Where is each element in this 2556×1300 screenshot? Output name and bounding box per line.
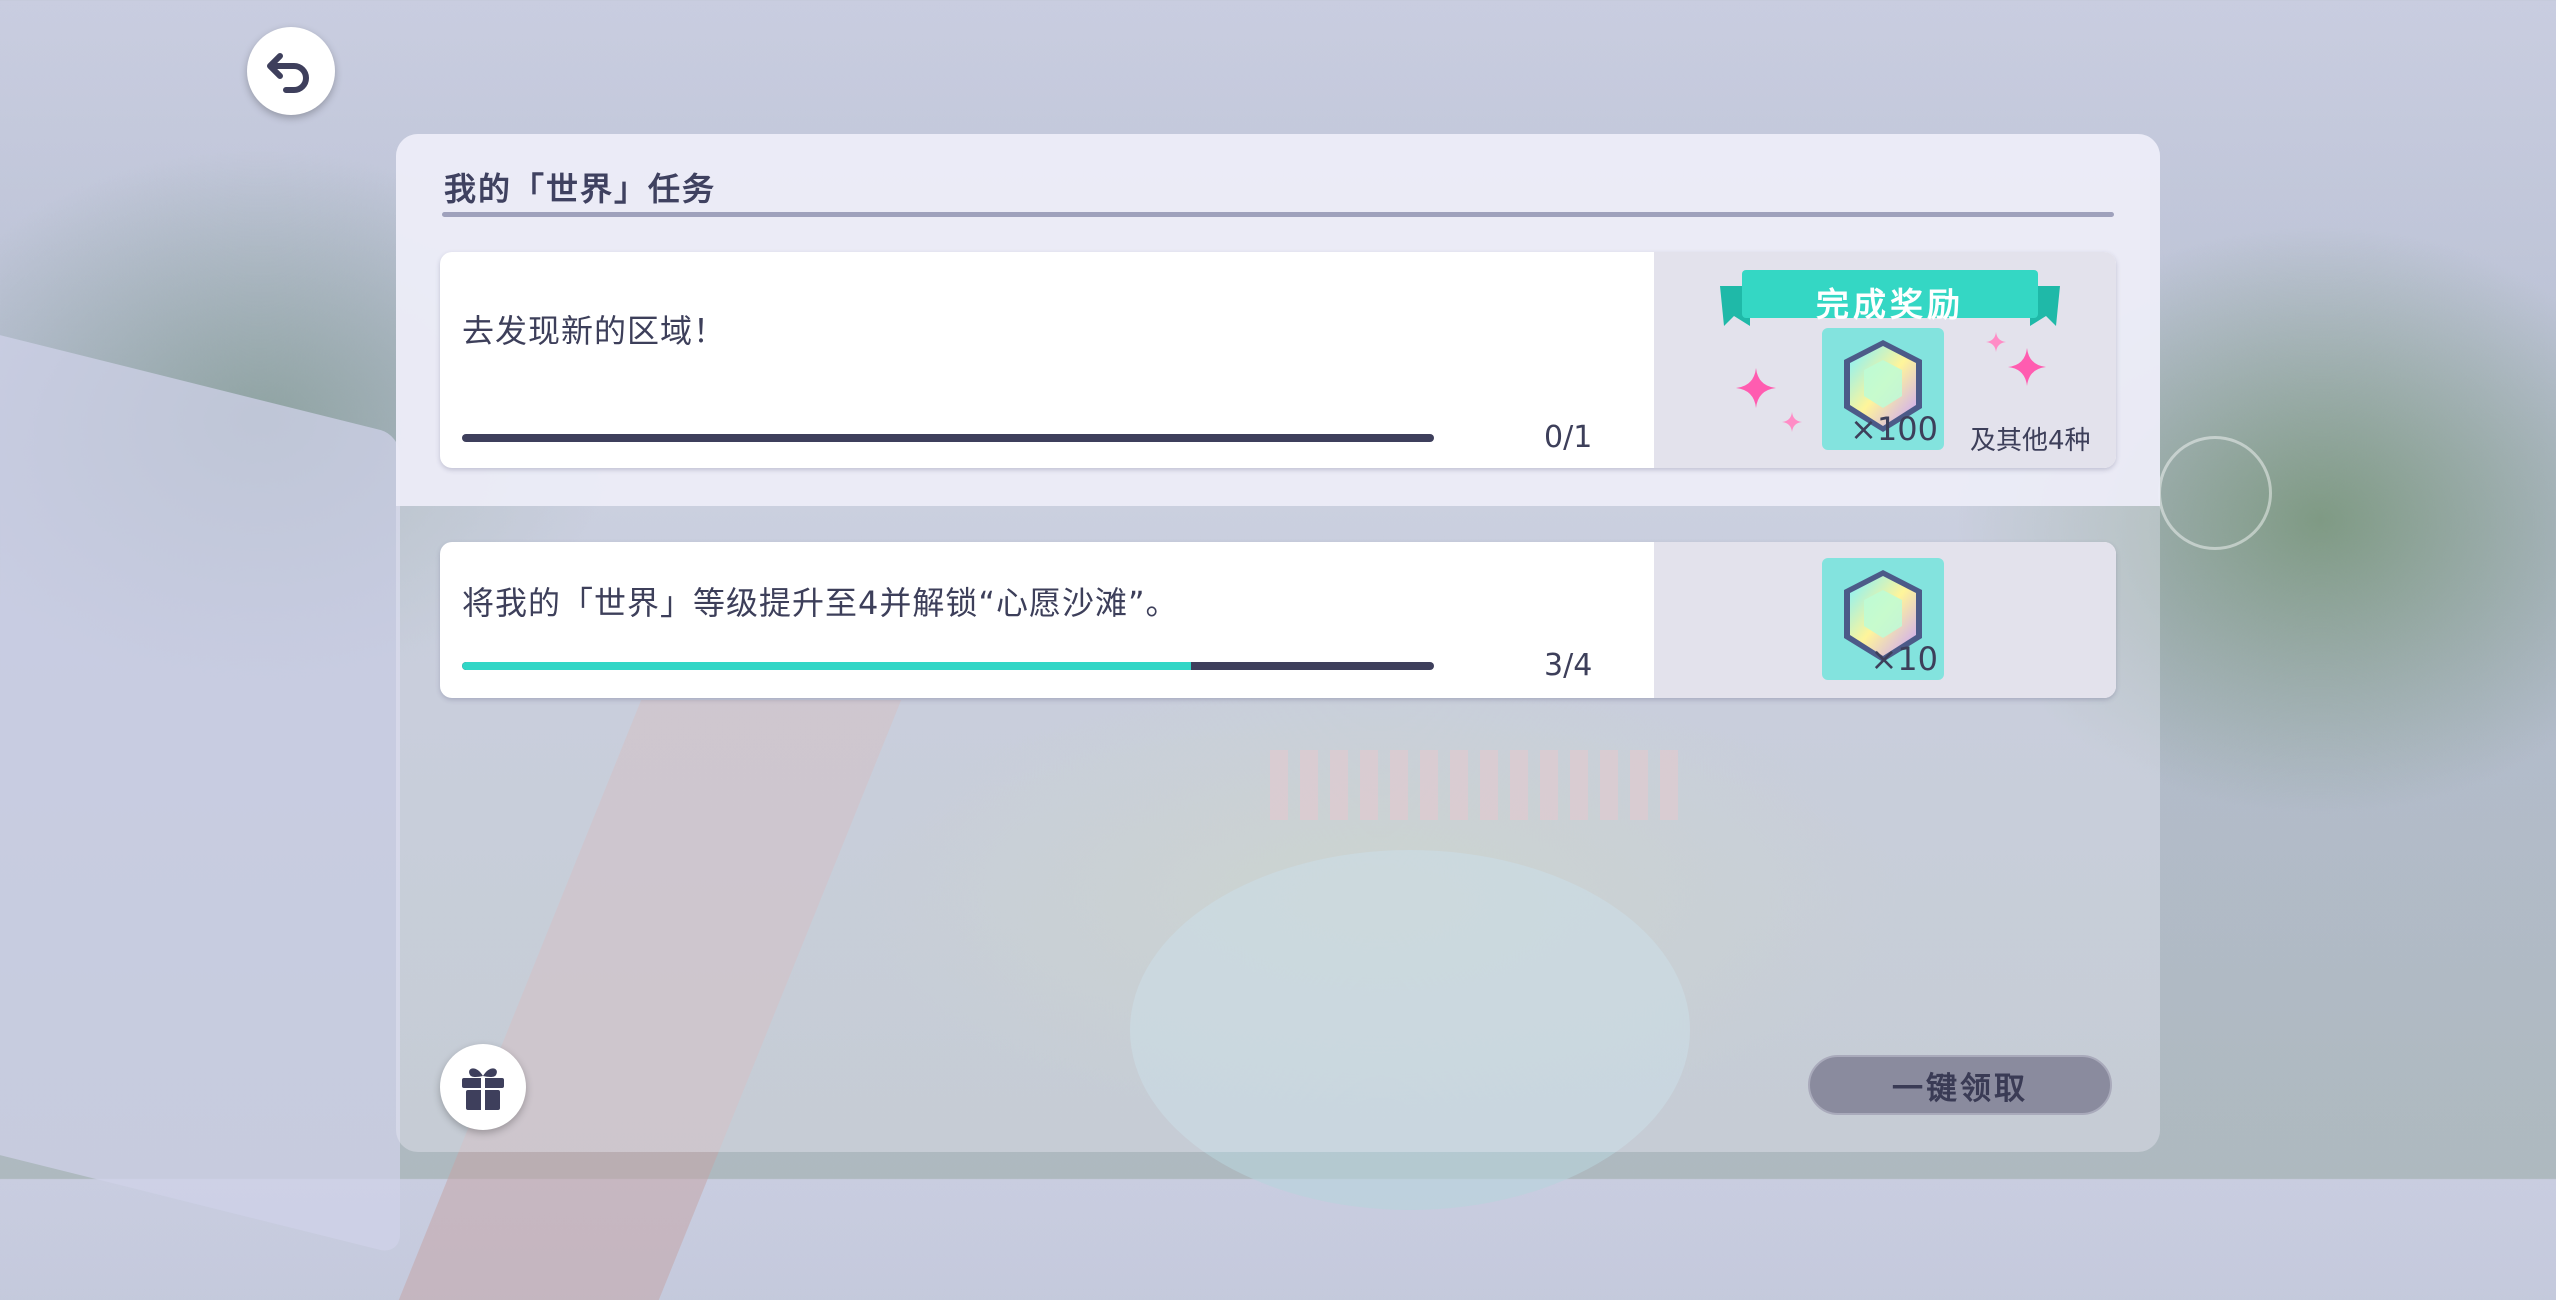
task-description: 将我的「世界」等级提升至4并解锁“心愿沙滩”。 bbox=[462, 584, 1179, 622]
task-reward-area[interactable]: 完成奖励 ×100 及其他4种 bbox=[1654, 252, 2116, 468]
background-house bbox=[0, 325, 400, 1255]
task-card-discover-area[interactable]: 去发现新的区域！ 0/1 完成奖励 ×100 及其他4种 bbox=[440, 252, 2116, 468]
task-progress-bar bbox=[462, 662, 1434, 670]
task-card-world-level[interactable]: 将我的「世界」等级提升至4并解锁“心愿沙滩”。 3/4 ×10 bbox=[440, 542, 2116, 698]
claim-all-button[interactable]: 一键领取 bbox=[1808, 1055, 2112, 1115]
sparkle-icon bbox=[1736, 368, 1776, 408]
sparkle-icon bbox=[1986, 332, 2006, 352]
task-description: 去发现新的区域！ bbox=[462, 312, 727, 350]
task-progress-count: 3/4 bbox=[1544, 648, 1593, 683]
task-reward-area[interactable]: ×10 bbox=[1654, 542, 2116, 698]
reward-banner-label: 完成奖励 bbox=[1816, 285, 1964, 324]
task-progress-fill bbox=[462, 662, 1191, 670]
world-tasks-panel: 我的「世界」任务 去发现新的区域！ 0/1 完成奖励 ×100 及其他4种 将我… bbox=[396, 134, 2160, 1152]
gift-icon bbox=[462, 1068, 504, 1110]
sparkle-icon bbox=[2008, 348, 2046, 386]
title-divider bbox=[442, 212, 2114, 217]
back-button[interactable] bbox=[247, 27, 335, 115]
gift-button[interactable] bbox=[440, 1044, 526, 1130]
background-ring bbox=[2158, 436, 2272, 550]
back-arrow-icon bbox=[267, 53, 309, 93]
panel-title: 我的「世界」任务 bbox=[444, 170, 717, 208]
reward-gem-tile[interactable]: ×10 bbox=[1822, 558, 1944, 680]
task-progress-count: 0/1 bbox=[1544, 420, 1593, 455]
reward-more-label: 及其他4种 bbox=[1970, 426, 2091, 456]
reward-gem-tile[interactable]: ×100 bbox=[1822, 328, 1944, 450]
sparkle-icon bbox=[1782, 412, 1802, 432]
reward-quantity: ×100 bbox=[1850, 410, 1938, 448]
reward-quantity: ×10 bbox=[1870, 640, 1938, 678]
task-progress-bar bbox=[462, 434, 1434, 442]
